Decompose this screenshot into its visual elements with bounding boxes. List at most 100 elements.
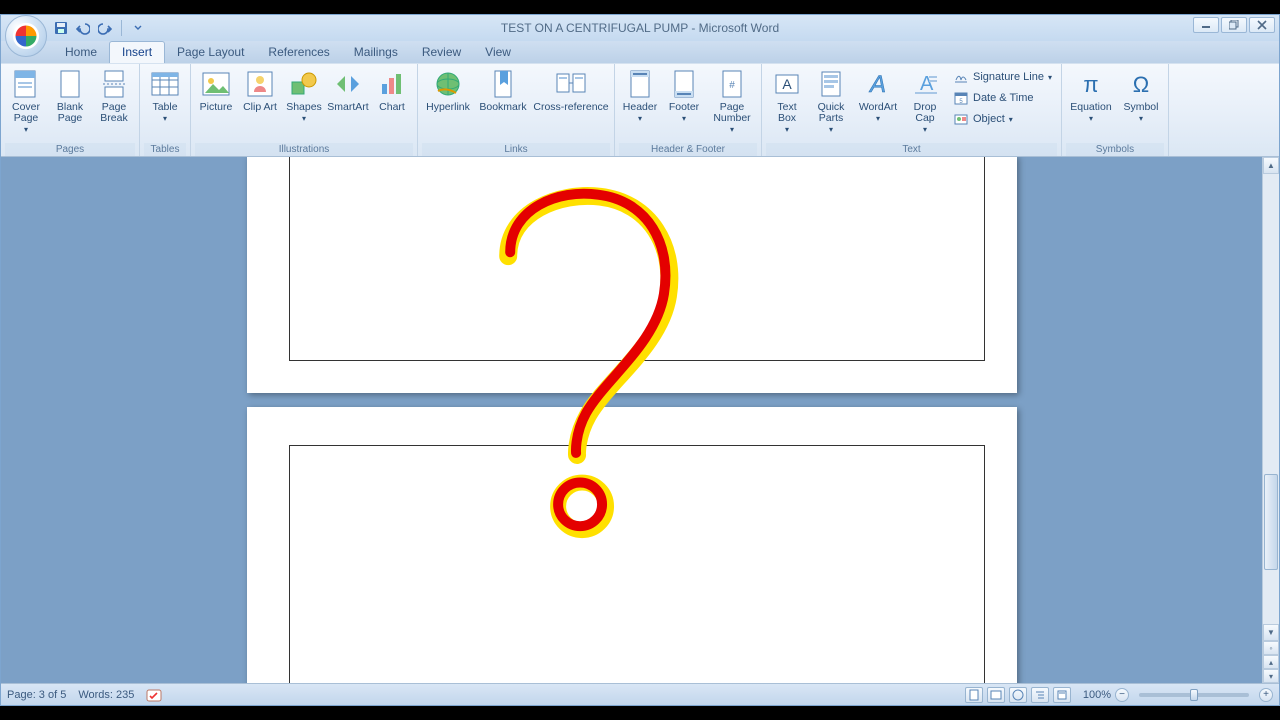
- document-page[interactable]: [247, 157, 1017, 393]
- blank-page-icon: [54, 68, 86, 100]
- label: Object: [973, 113, 1005, 125]
- scroll-up-button[interactable]: ▲: [1263, 157, 1279, 174]
- zoom-out-button[interactable]: −: [1115, 688, 1129, 702]
- scroll-down-button[interactable]: ▼: [1263, 624, 1279, 641]
- bookmark-icon: [487, 68, 519, 100]
- chart-icon: [376, 68, 408, 100]
- label: Table: [152, 102, 177, 113]
- cover-page-icon: [10, 68, 42, 100]
- symbol-button[interactable]: Ω Symbol▾: [1118, 66, 1164, 125]
- zoom-slider[interactable]: [1139, 693, 1249, 697]
- vertical-scrollbar[interactable]: ▲ ▼ ◦ ▴ ▾: [1262, 157, 1279, 683]
- zoom-in-button[interactable]: +: [1259, 688, 1273, 702]
- undo-button[interactable]: [75, 20, 91, 36]
- tab-home[interactable]: Home: [53, 42, 109, 63]
- browse-object-button[interactable]: ◦: [1263, 641, 1279, 655]
- label: Blank Page: [50, 102, 90, 124]
- status-right: 100% − +: [965, 687, 1273, 703]
- hyperlink-button[interactable]: Hyperlink: [422, 66, 474, 115]
- tab-view[interactable]: View: [473, 42, 523, 63]
- view-full-screen[interactable]: [987, 687, 1005, 703]
- label: Page Break: [94, 102, 134, 124]
- clip-art-button[interactable]: Clip Art: [239, 66, 281, 115]
- drop-cap-button[interactable]: A Drop Cap▾: [904, 66, 946, 136]
- word-count[interactable]: Words: 235: [78, 689, 134, 701]
- page-number-button[interactable]: # Page Number▾: [707, 66, 757, 136]
- restore-button[interactable]: [1221, 17, 1247, 33]
- label: WordArt: [859, 102, 897, 113]
- scroll-thumb[interactable]: [1264, 474, 1278, 570]
- label: Footer: [669, 102, 699, 113]
- smartart-button[interactable]: SmartArt: [327, 66, 369, 115]
- blank-page-button[interactable]: Blank Page: [49, 66, 91, 126]
- page-content-frame: [289, 445, 985, 683]
- tab-references[interactable]: References: [256, 42, 341, 63]
- chart-button[interactable]: Chart: [371, 66, 413, 115]
- group-illustrations: Picture Clip Art Shapes▾ SmartArt: [191, 64, 418, 156]
- restore-icon: [1229, 20, 1239, 30]
- window-title: TEST ON A CENTRIFUGAL PUMP - Microsoft W…: [1, 21, 1279, 35]
- zoom-level[interactable]: 100%: [1083, 689, 1111, 701]
- quick-parts-button[interactable]: Quick Parts▾: [810, 66, 852, 136]
- equation-button[interactable]: π Equation▾: [1066, 66, 1116, 125]
- cover-page-button[interactable]: Cover Page▾: [5, 66, 47, 136]
- minimize-button[interactable]: [1193, 17, 1219, 33]
- tab-insert[interactable]: Insert: [109, 41, 165, 63]
- table-button[interactable]: Table▾: [144, 66, 186, 125]
- header-button[interactable]: Header▾: [619, 66, 661, 125]
- svg-text:Ω: Ω: [1133, 72, 1149, 97]
- date-time-button[interactable]: 5Date & Time: [950, 88, 1055, 108]
- label: SmartArt: [327, 102, 368, 113]
- view-web-layout[interactable]: [1009, 687, 1027, 703]
- proofing-button[interactable]: [146, 687, 162, 703]
- chevron-down-icon: ▾: [24, 126, 28, 134]
- next-page-button[interactable]: ▾: [1263, 669, 1279, 683]
- redo-icon: [98, 21, 112, 35]
- close-button[interactable]: [1249, 17, 1275, 33]
- footer-button[interactable]: Footer▾: [663, 66, 705, 125]
- cross-reference-button[interactable]: Cross-reference: [532, 66, 610, 115]
- text-box-button[interactable]: A Text Box▾: [766, 66, 808, 136]
- group-pages: Cover Page▾ Blank Page Page Break Pages: [1, 64, 140, 156]
- page-break-icon: [98, 68, 130, 100]
- equation-icon: π: [1075, 68, 1107, 100]
- chevron-down-icon: ▾: [923, 126, 927, 134]
- scroll-track[interactable]: [1263, 174, 1279, 624]
- view-print-layout[interactable]: [965, 687, 983, 703]
- save-button[interactable]: [53, 20, 69, 36]
- label: Picture: [200, 102, 233, 113]
- view-draft[interactable]: [1053, 687, 1071, 703]
- qat-customize[interactable]: [130, 20, 146, 36]
- pages-container: [247, 157, 1017, 683]
- group-tables: Table▾ Tables: [140, 64, 191, 156]
- chevron-down-icon: ▾: [876, 115, 880, 123]
- document-scroll-area[interactable]: [1, 157, 1262, 683]
- chevron-down-icon: ▾: [1139, 115, 1143, 123]
- tab-review[interactable]: Review: [410, 42, 473, 63]
- document-page[interactable]: [247, 407, 1017, 683]
- chevron-down-icon: ▾: [785, 126, 789, 134]
- letterbox-bottom: [0, 706, 1280, 720]
- redo-button[interactable]: [97, 20, 113, 36]
- zoom-slider-thumb[interactable]: [1190, 689, 1198, 701]
- page-indicator[interactable]: Page: 3 of 5: [7, 689, 66, 701]
- tab-mailings[interactable]: Mailings: [342, 42, 410, 63]
- group-label: Tables: [144, 143, 186, 156]
- window-controls: [1193, 17, 1275, 33]
- picture-button[interactable]: Picture: [195, 66, 237, 115]
- chevron-down-icon: [134, 24, 142, 32]
- prev-page-button[interactable]: ▴: [1263, 655, 1279, 669]
- label: Signature Line: [973, 71, 1044, 83]
- office-button[interactable]: [5, 15, 47, 57]
- object-button[interactable]: Object ▾: [950, 109, 1055, 129]
- signature-line-button[interactable]: Signature Line ▾: [950, 67, 1055, 87]
- tab-page-layout[interactable]: Page Layout: [165, 42, 256, 63]
- page-break-button[interactable]: Page Break: [93, 66, 135, 126]
- view-outline[interactable]: [1031, 687, 1049, 703]
- label: Quick Parts: [811, 102, 851, 124]
- shapes-button[interactable]: Shapes▾: [283, 66, 325, 125]
- wordart-button[interactable]: A WordArt▾: [854, 66, 902, 125]
- bookmark-button[interactable]: Bookmark: [476, 66, 530, 115]
- group-label: Text: [766, 143, 1057, 156]
- clip-art-icon: [244, 68, 276, 100]
